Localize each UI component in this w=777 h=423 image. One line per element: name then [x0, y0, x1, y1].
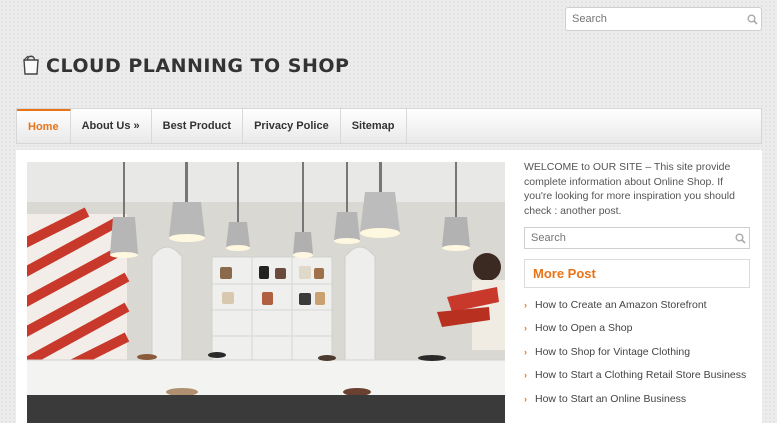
- post-link[interactable]: How to Open a Shop: [535, 322, 632, 334]
- featured-image[interactable]: [27, 162, 505, 423]
- site-title: CLOUD PLANNING TO SHOP: [46, 55, 350, 77]
- main-content: WELCOME to OUR SITE – This site provide …: [16, 150, 762, 423]
- post-link[interactable]: How to Create an Amazon Storefront: [535, 299, 707, 311]
- search-icon[interactable]: [743, 10, 761, 28]
- chevron-right-icon: ›: [524, 299, 527, 310]
- list-item[interactable]: › How to Create an Amazon Storefront: [524, 293, 750, 317]
- hero-caption-bar: [27, 395, 505, 423]
- more-post-title: More Post: [524, 259, 750, 288]
- header-search-input[interactable]: [566, 8, 743, 30]
- nav-item-home[interactable]: Home: [17, 109, 71, 143]
- sidebar-search-input[interactable]: [525, 228, 731, 248]
- list-item[interactable]: › How to Open a Shop: [524, 317, 750, 341]
- sidebar-search-box: [524, 227, 750, 249]
- site-logo[interactable]: CLOUD PLANNING TO SHOP: [22, 52, 349, 80]
- search-icon[interactable]: [731, 229, 749, 247]
- welcome-text: WELCOME to OUR SITE – This site provide …: [524, 161, 735, 217]
- chevron-right-icon: ›: [524, 393, 527, 404]
- sidebar: WELCOME to OUR SITE – This site provide …: [524, 160, 750, 411]
- nav-item-about-us[interactable]: About Us »: [71, 109, 152, 143]
- shopping-bag-icon: [22, 53, 40, 80]
- chevron-right-icon: ›: [524, 323, 527, 334]
- post-link[interactable]: How to Shop for Vintage Clothing: [535, 346, 690, 358]
- chevron-right-icon: ›: [524, 346, 527, 357]
- header-search-box: [565, 7, 762, 31]
- nav-item-sitemap[interactable]: Sitemap: [341, 109, 407, 143]
- chevron-right-icon: ›: [524, 370, 527, 381]
- shoe-store-photo: [27, 162, 505, 398]
- post-link[interactable]: How to Start an Online Business: [535, 393, 686, 405]
- more-post-list: › How to Create an Amazon Storefront › H…: [524, 293, 750, 411]
- list-item[interactable]: › How to Start an Online Business: [524, 387, 750, 411]
- post-link[interactable]: How to Start a Clothing Retail Store Bus…: [535, 369, 746, 381]
- list-item[interactable]: › How to Shop for Vintage Clothing: [524, 340, 750, 364]
- main-navigation: Home About Us » Best Product Privacy Pol…: [16, 108, 762, 144]
- list-item[interactable]: › How to Start a Clothing Retail Store B…: [524, 364, 750, 388]
- nav-item-best-product[interactable]: Best Product: [152, 109, 244, 143]
- nav-item-privacy-police[interactable]: Privacy Police: [243, 109, 341, 143]
